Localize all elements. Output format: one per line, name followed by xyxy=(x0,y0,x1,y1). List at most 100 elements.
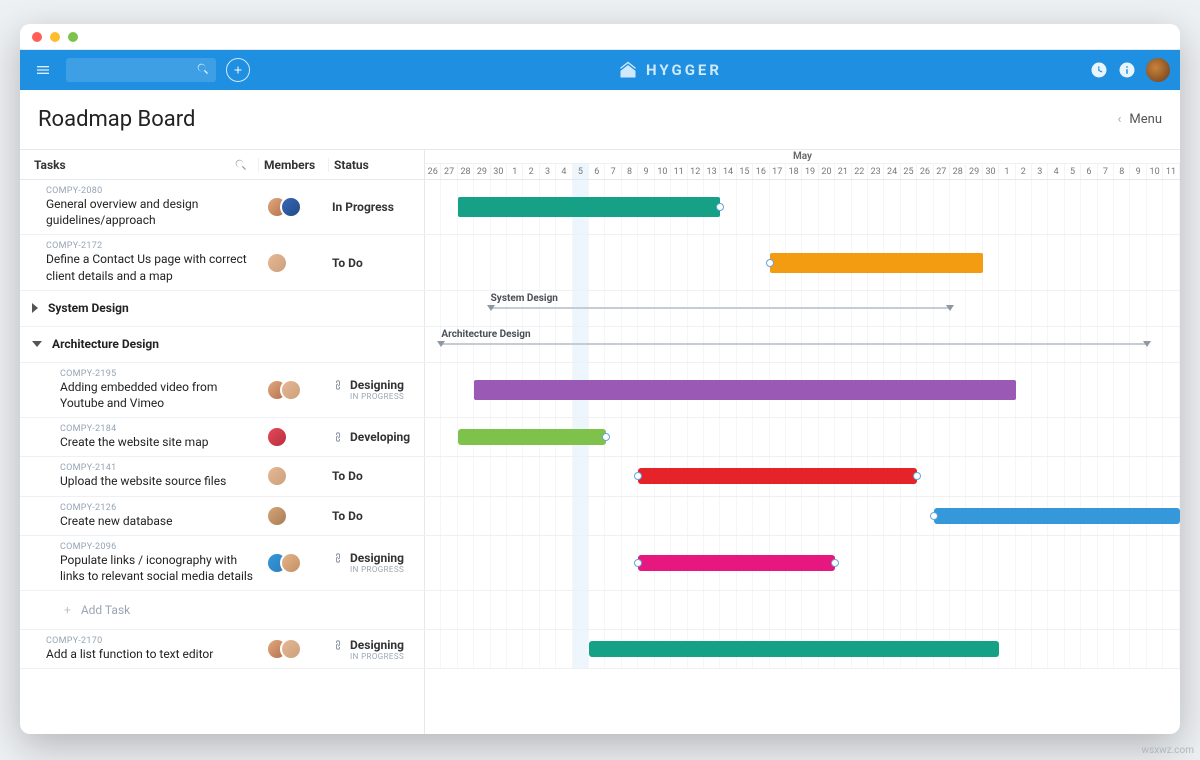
status-cell: To Do xyxy=(330,457,425,495)
status-cell: To Do xyxy=(330,235,425,289)
gantt-bar[interactable] xyxy=(934,508,1180,524)
status-sub: IN PROGRESS xyxy=(350,392,425,401)
menu-link[interactable]: Menu xyxy=(1118,112,1163,127)
members-cell[interactable] xyxy=(260,180,330,234)
task-row[interactable]: COMPY-2096Populate links / iconography w… xyxy=(20,536,1180,591)
status-name: To Do xyxy=(332,509,363,523)
day-column: 21 xyxy=(835,164,851,179)
chevron-icon[interactable] xyxy=(32,341,42,347)
task-row[interactable]: COMPY-2141Upload the website source file… xyxy=(20,457,1180,496)
chevron-icon[interactable] xyxy=(32,303,38,313)
gantt-bar[interactable] xyxy=(458,429,606,445)
dependency-node[interactable] xyxy=(602,433,610,441)
title-bar xyxy=(20,24,1180,50)
members-cell[interactable] xyxy=(260,457,330,495)
dependency-node[interactable] xyxy=(766,259,774,267)
dependency-node[interactable] xyxy=(831,559,839,567)
avatar[interactable] xyxy=(266,505,288,527)
task-row[interactable]: COMPY-2080General overview and design gu… xyxy=(20,180,1180,235)
group-row[interactable]: System Design System Design xyxy=(20,291,1180,327)
info-icon[interactable] xyxy=(1118,61,1136,79)
task-row[interactable]: COMPY-2184Create the website site mapDev… xyxy=(20,418,1180,457)
day-column: 2 xyxy=(1016,164,1032,179)
task-name: Create new database xyxy=(60,513,254,529)
col-members-label: Members xyxy=(264,158,315,172)
day-column: 6 xyxy=(589,164,605,179)
day-column: 4 xyxy=(1048,164,1064,179)
avatar[interactable] xyxy=(266,426,288,448)
day-column: 19 xyxy=(802,164,818,179)
avatar[interactable] xyxy=(266,465,288,487)
day-column: 8 xyxy=(622,164,638,179)
gantt-bar[interactable] xyxy=(638,555,835,571)
task-id: COMPY-2141 xyxy=(60,463,254,473)
status-sub: IN PROGRESS xyxy=(350,565,425,574)
dependency-node[interactable] xyxy=(716,203,724,211)
dependency-node[interactable] xyxy=(913,472,921,480)
day-column: 28 xyxy=(458,164,474,179)
day-column: 9 xyxy=(1130,164,1146,179)
dependency-node[interactable] xyxy=(930,512,938,520)
clock-icon[interactable] xyxy=(1090,61,1108,79)
dependency-node[interactable] xyxy=(634,472,642,480)
members-cell[interactable] xyxy=(260,363,330,417)
gantt-bar[interactable] xyxy=(770,253,983,273)
filter-tasks-icon[interactable] xyxy=(234,158,248,172)
members-cell[interactable] xyxy=(260,536,330,590)
task-id: COMPY-2170 xyxy=(46,636,254,646)
add-button[interactable] xyxy=(226,58,250,82)
day-column: 5 xyxy=(1065,164,1081,179)
search-icon xyxy=(196,62,210,76)
search-input[interactable] xyxy=(66,58,216,82)
gantt-bar[interactable] xyxy=(458,197,721,217)
month-label: May xyxy=(425,150,1180,164)
task-id: COMPY-2126 xyxy=(60,503,254,513)
avatar[interactable] xyxy=(1146,58,1170,82)
day-column: 3 xyxy=(540,164,556,179)
gantt-bar[interactable] xyxy=(638,468,917,484)
task-name: Upload the website source files xyxy=(60,473,254,489)
window-minimize[interactable] xyxy=(50,32,60,42)
day-column: 23 xyxy=(868,164,884,179)
group-bar-label: System Design xyxy=(491,293,558,304)
avatar[interactable] xyxy=(280,196,302,218)
day-column: 11 xyxy=(1163,164,1179,179)
watermark: wsxwz.com xyxy=(1142,745,1194,756)
day-column: 4 xyxy=(556,164,572,179)
content: Tasks Members Status May 262728293012345… xyxy=(20,150,1180,734)
link-icon xyxy=(330,377,347,394)
top-nav: HYGGER xyxy=(20,50,1180,90)
task-id: COMPY-2096 xyxy=(60,542,254,552)
gantt-bar[interactable] xyxy=(474,380,1016,400)
task-row[interactable]: COMPY-2126Create new database To Do xyxy=(20,497,1180,536)
members-cell[interactable] xyxy=(260,630,330,668)
day-column: 9 xyxy=(638,164,654,179)
avatar[interactable] xyxy=(280,552,302,574)
day-column: 10 xyxy=(655,164,671,179)
avatar[interactable] xyxy=(266,252,288,274)
window-zoom[interactable] xyxy=(68,32,78,42)
menu-toggle[interactable] xyxy=(30,57,56,83)
group-bar[interactable]: Architecture Design xyxy=(441,343,1147,345)
group-row[interactable]: Architecture Design Architecture Design xyxy=(20,327,1180,363)
dependency-node[interactable] xyxy=(634,559,642,567)
avatar[interactable] xyxy=(280,379,302,401)
task-id: COMPY-2184 xyxy=(60,424,254,434)
avatar[interactable] xyxy=(280,638,302,660)
day-column: 18 xyxy=(786,164,802,179)
group-bar[interactable]: System Design xyxy=(491,307,951,309)
group-bar-label: Architecture Design xyxy=(441,329,530,340)
add-task-button[interactable]: Add Task xyxy=(20,591,130,629)
members-cell[interactable] xyxy=(260,497,330,535)
members-cell[interactable] xyxy=(260,418,330,456)
status-name: To Do xyxy=(332,469,363,483)
day-column: 25 xyxy=(901,164,917,179)
task-row[interactable]: COMPY-2170Add a list function to text ed… xyxy=(20,630,1180,669)
add-task-row[interactable]: Add Task xyxy=(20,591,1180,630)
members-cell[interactable] xyxy=(260,235,330,289)
gantt-bar[interactable] xyxy=(589,641,999,657)
task-row[interactable]: COMPY-2195Adding embedded video from You… xyxy=(20,363,1180,418)
window-close[interactable] xyxy=(32,32,42,42)
day-column: 7 xyxy=(605,164,621,179)
task-row[interactable]: COMPY-2172Define a Contact Us page with … xyxy=(20,235,1180,290)
